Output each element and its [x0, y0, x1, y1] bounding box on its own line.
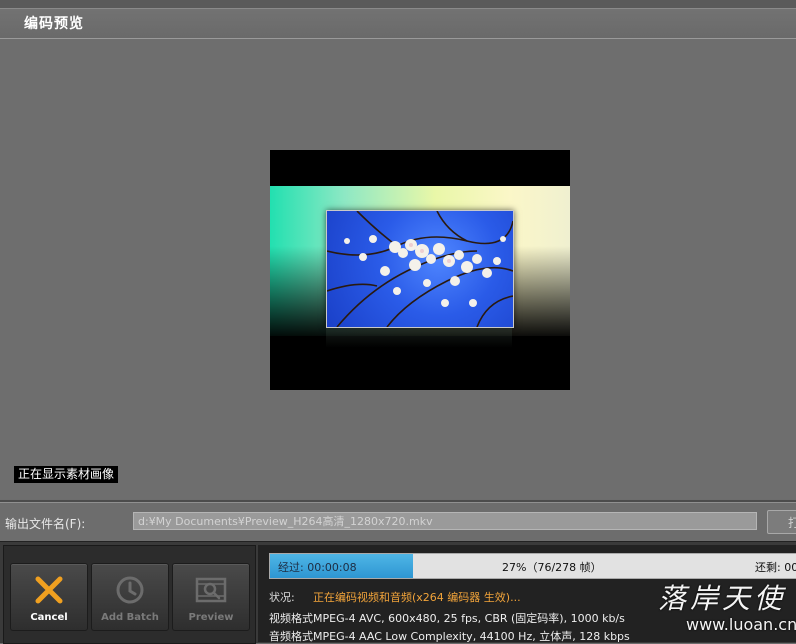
remaining-time: 还剩: 00 [755, 561, 796, 574]
add-batch-button[interactable]: Add Batch [91, 563, 169, 631]
cancel-label: Cancel [30, 612, 68, 623]
encoding-info-panel: 经过: 00:00:08 27%（76/278 帧） 还剩: 00 状况: 正在… [258, 545, 796, 643]
output-filename-label: 输出文件名(F): [5, 517, 86, 531]
panel-header: 编码预览 [0, 9, 796, 39]
video-reflection [326, 328, 512, 348]
status-label: 状况: [269, 591, 295, 604]
video-format-info: 视频格式MPEG-4 AVC, 600x480, 25 fps, CBR (固定… [269, 612, 625, 625]
close-x-icon [35, 576, 63, 604]
encoding-progress-bar: 经过: 00:00:08 27%（76/278 帧） 还剩: 00 [269, 553, 796, 579]
output-filename-field[interactable]: d:¥My Documents¥Preview_H264高清_1280x720.… [133, 512, 757, 530]
blossom-image [327, 211, 513, 327]
add-batch-label: Add Batch [101, 612, 159, 623]
progress-percent: 27%（76/278 帧） [502, 561, 602, 574]
clock-icon [116, 576, 144, 604]
browse-button[interactable]: 打 [767, 510, 796, 534]
preview-button[interactable]: Preview [172, 563, 250, 631]
preview-label: Preview [188, 612, 234, 623]
cancel-button[interactable]: Cancel [10, 563, 88, 631]
divider [0, 500, 796, 503]
film-magnifier-icon [195, 577, 227, 603]
status-value: 正在编码视频和音频(x264 编码器 生效)... [313, 591, 521, 604]
elapsed-time: 经过: 00:00:08 [278, 561, 357, 574]
page-title: 编码预览 [24, 16, 84, 32]
top-border [0, 0, 796, 9]
bottom-panel: Cancel Add Batch Preview 经过: 00:00:08 27… [0, 541, 796, 644]
video-preview [270, 150, 570, 390]
preview-status-tag: 正在显示素材画像 [14, 466, 119, 483]
video-inner-picture [326, 210, 514, 328]
action-button-group: Cancel Add Batch Preview [3, 545, 256, 644]
